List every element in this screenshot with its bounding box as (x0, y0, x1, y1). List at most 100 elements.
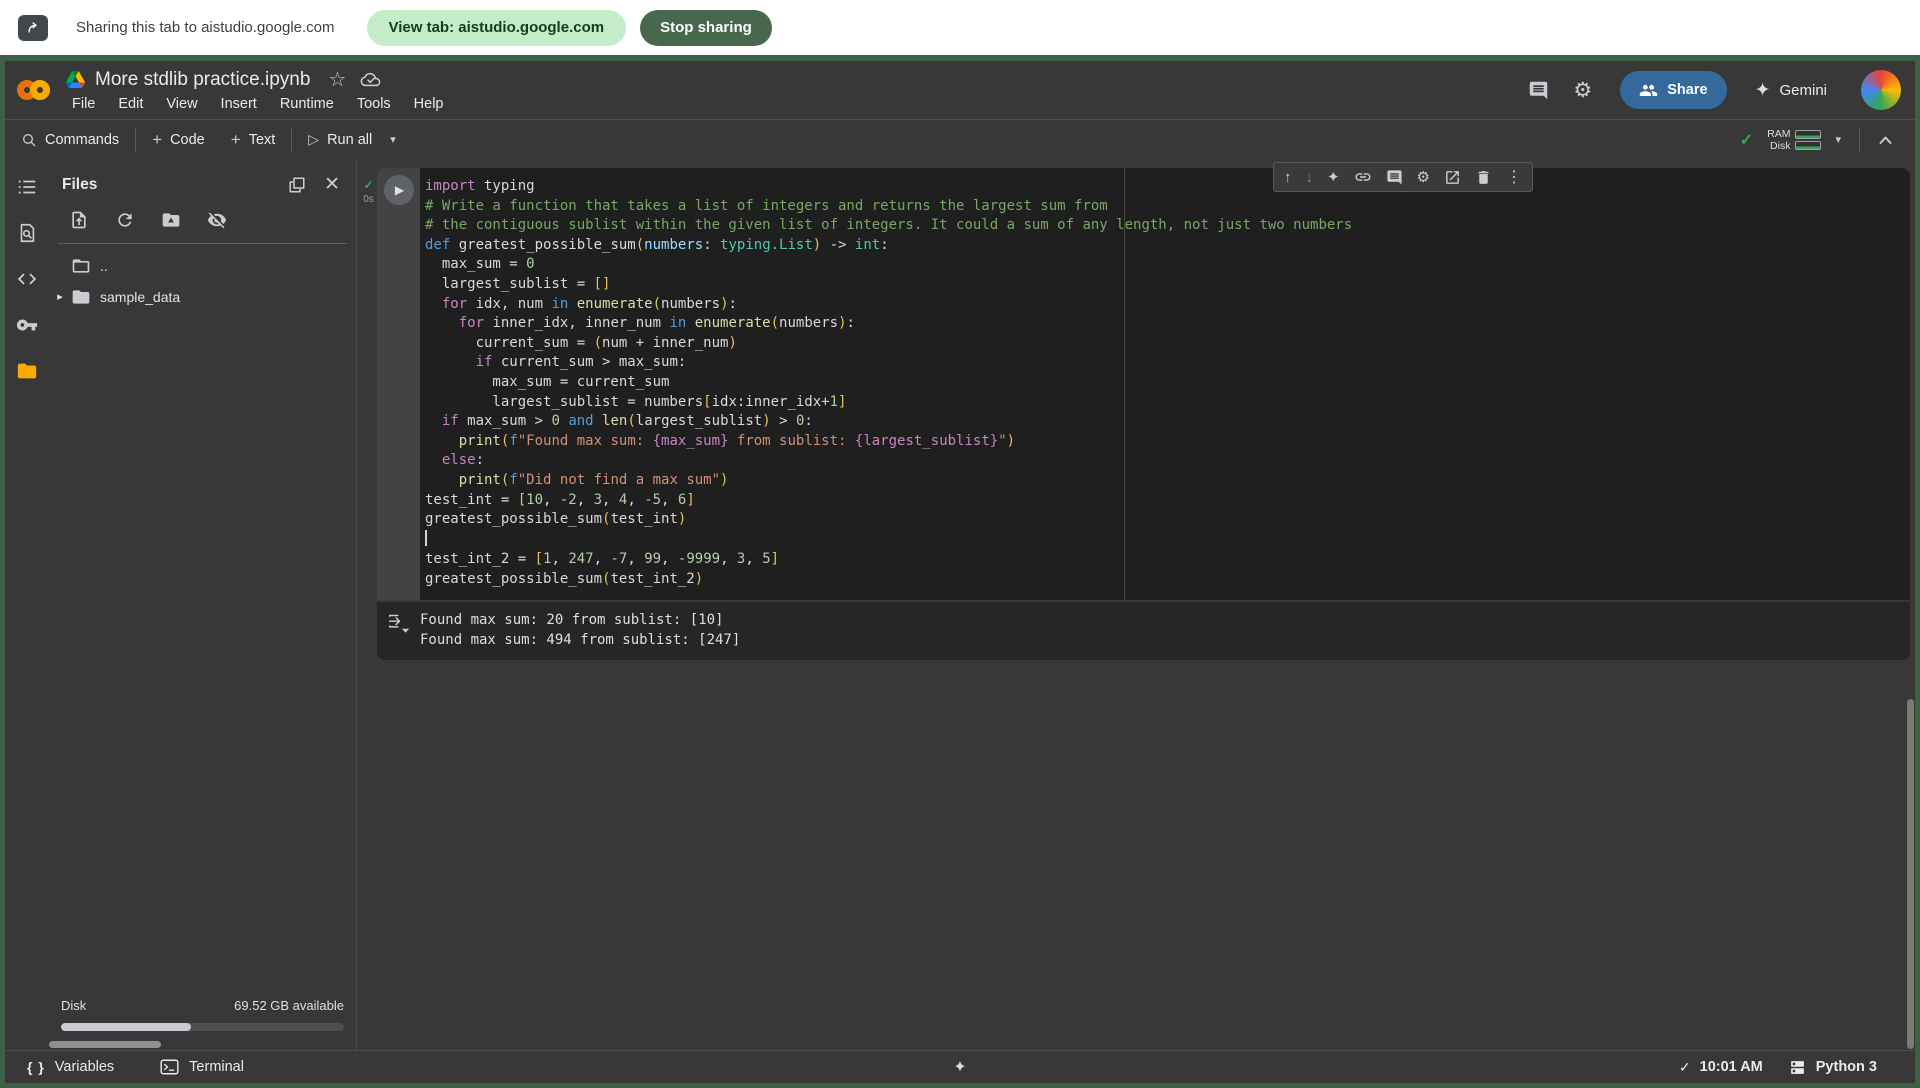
cell-gemini-sparkle-icon[interactable]: ✦ (1327, 168, 1340, 186)
stop-sharing-button[interactable]: Stop sharing (640, 10, 772, 46)
drive-icon (66, 71, 85, 88)
add-comment-icon[interactable] (1386, 169, 1403, 186)
move-cell-up-icon[interactable]: ↑ (1284, 169, 1292, 186)
variables-button[interactable]: { } Variables (27, 1059, 114, 1075)
upload-file-icon[interactable] (69, 210, 89, 230)
open-folder-icon (71, 256, 91, 276)
output-options-icon[interactable] (387, 613, 410, 634)
code-line: else: (425, 451, 1910, 471)
plus-icon: + (231, 130, 241, 150)
code-snippets-icon[interactable] (16, 268, 38, 290)
expand-caret-icon[interactable]: ▸ (49, 290, 71, 303)
mount-drive-icon[interactable] (161, 210, 181, 230)
delete-cell-trash-icon[interactable] (1475, 169, 1492, 186)
close-panel-icon[interactable]: ✕ (324, 175, 340, 194)
output-line: Found max sum: 20 from sublist: [10] (420, 611, 740, 631)
find-replace-icon[interactable] (16, 222, 38, 244)
view-tab-button[interactable]: View tab: aistudio.google.com (367, 10, 627, 46)
cell-exec-time: 0s (363, 194, 374, 205)
toolbar-divider (1859, 128, 1860, 152)
toolbar-right: ✓ RAM Disk ▾ (1740, 128, 1893, 152)
run-all-dropdown-icon[interactable]: ▾ (390, 133, 396, 146)
disk-usage-bar (1795, 141, 1821, 150)
resources-dropdown-icon[interactable]: ▾ (1835, 133, 1841, 146)
run-all-play-icon: ▷ (308, 131, 319, 148)
run-all-button[interactable]: ▷ Run all (308, 131, 372, 148)
menu-view[interactable]: View (162, 95, 201, 113)
table-of-contents-icon[interactable] (16, 176, 38, 198)
cell-left-strip: ▶ (377, 168, 420, 600)
open-in-tab-icon[interactable] (1444, 169, 1461, 186)
ram-label: RAM (1767, 128, 1790, 140)
file-tree-item-sample-data[interactable]: ▸ sample_data (49, 281, 356, 312)
settings-gear-icon[interactable]: ⚙ (1573, 78, 1592, 103)
menu-tools[interactable]: Tools (353, 95, 395, 113)
last-saved-time: 10:01 AM (1700, 1059, 1763, 1075)
bottom-sparkle-icon[interactable]: ✦ (953, 1057, 966, 1077)
output-line: Found max sum: 494 from sublist: [247] (420, 631, 740, 651)
share-label: Share (1667, 82, 1707, 98)
add-code-label: Code (170, 132, 205, 148)
add-code-button[interactable]: + Code (152, 130, 205, 150)
code-line: largest_sublist = numbers[idx:inner_idx+… (425, 393, 1910, 413)
secrets-key-icon[interactable] (16, 314, 38, 336)
notebook-vertical-scrollbar[interactable] (1907, 699, 1914, 1049)
tab-sharing-bar: Sharing this tab to aistudio.google.com … (0, 0, 1920, 55)
more-actions-icon[interactable]: ⋮ (1506, 167, 1522, 187)
braces-icon: { } (27, 1059, 45, 1075)
files-horizontal-scrollbar[interactable] (49, 1041, 161, 1048)
menu-edit[interactable]: Edit (114, 95, 147, 113)
commands-label: Commands (45, 132, 119, 148)
disk-usage-meter (61, 1023, 344, 1031)
cell-gutter: ✓ 0s (360, 168, 377, 600)
popout-panel-icon[interactable] (288, 176, 306, 194)
files-actions (49, 194, 356, 230)
main-area: Files ✕ .. (5, 159, 1915, 1050)
code-line: for idx, num in enumerate(numbers): (425, 295, 1910, 315)
code-line: greatest_possible_sum(test_int) (425, 510, 1910, 530)
toolbar-divider (135, 128, 136, 152)
collapse-toolbar-icon[interactable] (1878, 135, 1893, 145)
gemini-button[interactable]: ✦ Gemini (1755, 79, 1827, 102)
terminal-button[interactable]: Terminal (160, 1059, 244, 1075)
menu-file[interactable]: File (68, 95, 99, 113)
resources-indicator[interactable]: RAM Disk (1767, 128, 1821, 152)
notebook-title[interactable]: More stdlib practice.ipynb (95, 69, 310, 91)
cell-toolbar: ↑ ↓ ✦ ⚙ ⋮ (1273, 162, 1533, 192)
menu-runtime[interactable]: Runtime (276, 95, 338, 113)
code-lines: import typing# Write a function that tak… (425, 177, 1910, 589)
copy-link-icon[interactable] (1354, 168, 1372, 186)
add-text-button[interactable]: + Text (231, 130, 276, 150)
code-line: # the contiguous sublist within the give… (425, 216, 1910, 236)
code-line: largest_sublist = [] (425, 275, 1910, 295)
sharing-message: Sharing this tab to aistudio.google.com (76, 19, 335, 36)
bottom-right-status: ✓ 10:01 AM Python 3 (1679, 1059, 1877, 1076)
share-button[interactable]: Share (1620, 71, 1726, 109)
file-tree-item-parent[interactable]: .. (49, 250, 356, 281)
commands-button[interactable]: Commands (21, 132, 119, 148)
hide-files-eye-off-icon[interactable] (207, 210, 227, 230)
files-panel-title: Files (62, 176, 97, 194)
menu-help[interactable]: Help (410, 95, 448, 113)
run-cell-button[interactable]: ▶ (384, 175, 414, 205)
ram-usage-bar (1795, 130, 1821, 139)
comments-icon[interactable] (1528, 80, 1549, 101)
menu-insert[interactable]: Insert (217, 95, 261, 113)
output-row: Found max sum: 20 from sublist: [10]Foun… (377, 602, 1910, 660)
files-folder-icon[interactable] (16, 360, 38, 382)
colab-logo-icon[interactable] (17, 73, 50, 107)
code-cell-row: ✓ 0s ▶ import typing# Write a function t… (360, 168, 1910, 600)
star-icon[interactable]: ☆ (328, 67, 346, 92)
code-line: # Write a function that takes a list of … (425, 197, 1910, 217)
code-editor[interactable]: import typing# Write a function that tak… (420, 168, 1910, 600)
refresh-icon[interactable] (115, 210, 135, 230)
kernel-label: Python 3 (1816, 1059, 1877, 1075)
kernel-selector[interactable]: Python 3 (1789, 1059, 1877, 1076)
move-cell-down-icon[interactable]: ↓ (1305, 169, 1313, 186)
file-tree-item-label: .. (100, 258, 108, 274)
cell-settings-gear-icon[interactable]: ⚙ (1417, 168, 1430, 186)
user-avatar[interactable] (1861, 70, 1901, 110)
cell-output: Found max sum: 20 from sublist: [10]Foun… (377, 602, 1910, 660)
kernel-server-icon (1789, 1059, 1806, 1076)
code-line: max_sum = 0 (425, 255, 1910, 275)
